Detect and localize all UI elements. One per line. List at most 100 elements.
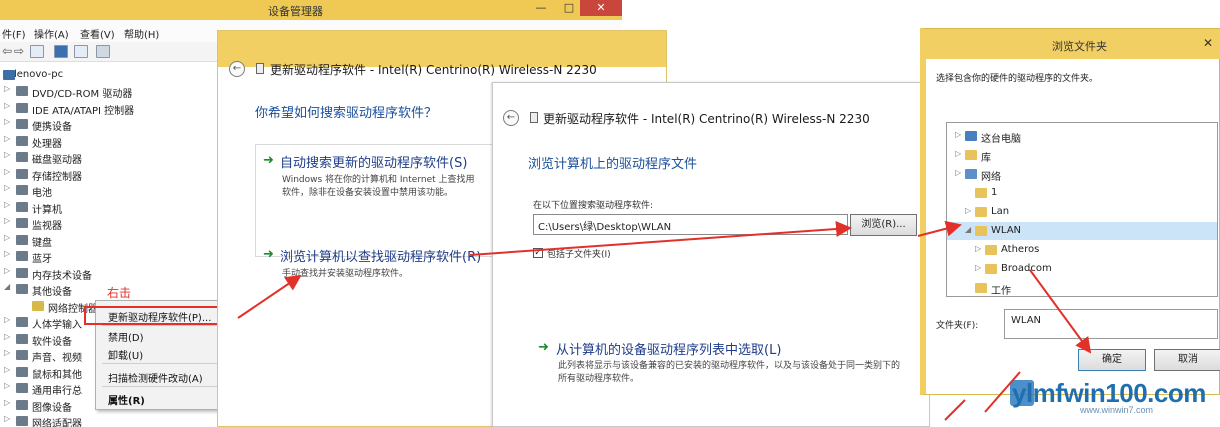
folder-icon [985,245,997,255]
expand-arrow-icon[interactable]: ▷ [4,101,10,110]
device-category-icon [16,102,28,113]
expand-arrow-icon[interactable]: ◢ [4,282,10,291]
option-auto-desc: Windows 将在你的计算机和 Internet 上查找用 [282,175,475,185]
option-auto-search[interactable]: 自动搜索更新的驱动程序软件(S) [280,152,467,171]
device-category-icon [16,86,28,96]
expand-arrow-icon[interactable]: ▷ [4,150,10,159]
expand-arrow-icon[interactable]: ▷ [965,206,971,215]
folder-item[interactable]: 工作 [947,279,1217,297]
device-category-icon [16,333,28,344]
folder-item-selected[interactable]: ◢ WLAN [947,222,1217,240]
back-button[interactable]: ← [229,61,245,77]
device-category-icon [16,119,28,129]
wizard-heading: 浏览计算机上的驱动程序文件 [528,157,698,172]
close-icon[interactable]: ✕ [1196,33,1220,53]
expand-arrow-icon[interactable]: ▷ [4,249,10,258]
expand-arrow-icon[interactable]: ▷ [4,365,10,374]
expand-arrow-icon[interactable]: ▷ [4,381,10,390]
option-browse-computer[interactable]: 浏览计算机以查找驱动程序软件(R) [280,246,481,265]
folder-label: WLAN [991,225,1022,236]
back-button[interactable]: ← [503,110,519,126]
include-subfolders-checkbox[interactable]: ✓ [533,248,543,258]
tree-item-label: 键盘 [32,237,52,249]
context-uninstall[interactable]: 卸载(U) [108,347,143,362]
expand-arrow-icon[interactable]: ▷ [4,414,10,423]
device-icon[interactable] [96,45,110,58]
minimize-button[interactable]: — [528,0,554,16]
context-disable[interactable]: 禁用(D) [108,329,144,344]
expand-arrow-icon[interactable]: ▷ [4,200,10,209]
maximize-button[interactable]: □ [556,0,582,16]
driver-path-input[interactable]: C:\Users\绿\Desktop\WLAN [533,214,848,235]
device-category-icon [16,201,28,212]
expand-arrow-icon[interactable]: ▷ [955,168,961,177]
expand-arrow-icon[interactable]: ▷ [4,167,10,176]
back-arrow-icon[interactable]: ⇦ [2,44,12,58]
device-category-icon [16,168,28,179]
tree-item-label: 网络适配器 [32,419,82,427]
expand-arrow-icon[interactable]: ▷ [4,117,10,126]
ok-button[interactable]: 确定 [1078,349,1146,371]
expand-arrow-icon[interactable]: ▷ [975,244,981,253]
driver-icon [530,112,538,123]
folder-item[interactable]: ▷ Lan [947,203,1217,221]
scan-icon[interactable] [74,45,88,58]
menu-action[interactable]: 操作(A) [34,26,69,41]
device-category-icon [16,267,28,278]
folder-icon [965,131,977,141]
option-pick-desc: 所有驱动程序软件。 [558,374,640,384]
browse-driver-wizard: ← 更新驱动程序软件 - Intel(R) Centrino(R) Wirele… [492,82,930,427]
include-subfolders-label: 包括子文件夹(I) [547,250,611,260]
expand-arrow-icon[interactable]: ▷ [955,130,961,139]
folder-label: 网络 [981,172,1001,183]
forward-arrow-icon[interactable]: ⇨ [14,44,24,58]
browse-button[interactable]: 浏览(R)... [850,214,917,236]
menu-help[interactable]: 帮助(H) [124,26,159,41]
tree-item-label: 计算机 [32,204,62,216]
expand-arrow-icon[interactable]: ▷ [955,149,961,158]
context-scan-hardware[interactable]: 扫描检测硬件改动(A) [108,370,203,385]
expand-arrow-icon[interactable]: ▷ [4,216,10,225]
expand-arrow-icon[interactable]: ▷ [4,266,10,275]
device-category-icon [16,399,28,410]
expand-arrow-icon[interactable]: ▷ [4,398,10,407]
folder-item[interactable]: ▷ 网络 [947,165,1217,183]
folder-item[interactable]: ▷ Atheros [947,241,1217,259]
folder-icon [975,226,987,236]
green-arrow-icon: ➜ [538,340,549,355]
folder-item[interactable]: 1 [947,184,1217,202]
expand-arrow-icon[interactable]: ▷ [4,332,10,341]
device-category-icon [16,152,28,162]
menu-file[interactable]: 件(F) [2,26,26,41]
expand-arrow-icon[interactable]: ▷ [975,263,981,272]
expand-arrow-icon[interactable]: ▷ [4,315,10,324]
folder-item[interactable]: ▷ 这台电脑 [947,127,1217,145]
tree-item-label: 图像设备 [32,402,72,414]
properties-icon[interactable] [30,45,44,58]
folder-label: 库 [981,153,991,164]
tree-item-label: 声音、视频 [32,353,82,364]
option-pick-from-list[interactable]: 从计算机的设备驱动程序列表中选取(L) [556,339,781,358]
tree-root-label: lenovo-pc [14,69,64,80]
expand-arrow-icon[interactable]: ▷ [4,183,10,192]
folder-item[interactable]: ▷ 库 [947,146,1217,164]
right-click-annotation: 右击 [107,286,132,300]
folder-label: Broadcom [1001,263,1052,274]
tree-item-label: 鼠标和其他 [32,369,82,381]
device-category-icon [16,218,28,228]
expand-arrow-icon[interactable]: ▷ [4,84,10,93]
context-properties[interactable]: 属性(R) [108,392,145,407]
expand-arrow-icon[interactable]: ▷ [4,233,10,242]
folder-input[interactable]: WLAN [1004,309,1218,339]
folder-label: 文件夹(F): [936,321,979,331]
folder-icon [975,283,987,293]
folder-item[interactable]: ▷ Broadcom [947,260,1217,278]
close-button[interactable]: ✕ [580,0,622,16]
expand-arrow-icon[interactable]: ▷ [4,134,10,143]
expand-arrow-icon[interactable]: ◢ [965,225,971,234]
folder-label: Atheros [1001,244,1040,255]
expand-arrow-icon[interactable]: ▷ [4,348,10,357]
cancel-button[interactable]: 取消 [1154,349,1220,371]
help-icon[interactable] [54,45,68,58]
menu-view[interactable]: 查看(V) [80,26,115,41]
